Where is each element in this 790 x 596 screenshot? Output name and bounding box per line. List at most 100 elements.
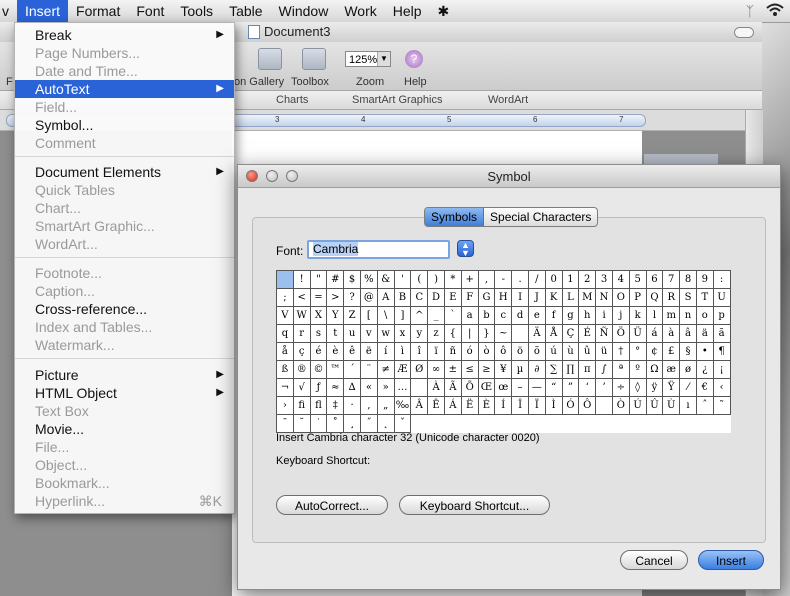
symbol-cell[interactable]: ƒ	[310, 379, 328, 397]
symbol-cell[interactable]: <	[293, 289, 311, 307]
symbol-cell[interactable]: }	[478, 325, 496, 343]
symbol-cell[interactable]: F	[461, 289, 479, 307]
symbol-cell[interactable]: ¨	[360, 361, 378, 379]
menu-tools[interactable]: Tools	[172, 0, 221, 22]
symbol-cell[interactable]: À	[428, 379, 445, 397]
symbol-cell[interactable]: †	[612, 343, 630, 361]
menu-window[interactable]: Window	[271, 0, 337, 22]
symbol-cell[interactable]: 6	[646, 271, 664, 289]
symbol-cell[interactable]: ;	[277, 289, 294, 307]
symbol-cell[interactable]: m	[663, 307, 681, 325]
symbol-cell[interactable]: ‹	[713, 379, 731, 397]
symbol-cell[interactable]: Ü	[629, 325, 647, 343]
symbol-cell[interactable]: Ω	[646, 361, 664, 379]
symbol-cell[interactable]: ˇ	[394, 415, 412, 433]
symbol-cell[interactable]: 7	[663, 271, 681, 289]
symbol-cell[interactable]: k	[629, 307, 647, 325]
symbol-cell[interactable]	[512, 325, 529, 343]
symbol-cell[interactable]: …	[394, 379, 412, 397]
symbol-cell[interactable]: l	[646, 307, 664, 325]
symbol-cell[interactable]: ˛	[377, 415, 395, 433]
symbol-cell[interactable]: #	[327, 271, 345, 289]
symbol-cell[interactable]: q	[277, 325, 294, 343]
symbol-cell[interactable]: ñ	[444, 343, 462, 361]
symbol-cell[interactable]: £	[663, 343, 681, 361]
symbol-cell[interactable]: Û	[646, 397, 664, 415]
symbol-cell[interactable]: °	[629, 343, 647, 361]
symbol-cell[interactable]: !	[293, 271, 311, 289]
symbol-cell[interactable]: t	[327, 325, 345, 343]
symbol-cell[interactable]: Ÿ	[663, 379, 681, 397]
symbol-cell[interactable]: ¿	[696, 361, 714, 379]
symbol-cell[interactable]: ¬	[277, 379, 294, 397]
symbol-cell[interactable]: *	[444, 271, 462, 289]
symbol-cell[interactable]: Ô	[579, 397, 597, 415]
symbol-cell[interactable]: å	[277, 343, 294, 361]
symbol-cell[interactable]: §	[680, 343, 697, 361]
toolbar-toggle-button[interactable]	[734, 27, 754, 38]
symbol-cell[interactable]: ]	[394, 307, 412, 325]
symbol-cell[interactable]: Ç	[562, 325, 580, 343]
symbol-cell[interactable]: ÷	[612, 379, 630, 397]
symbol-cell[interactable]: h	[579, 307, 597, 325]
symbol-cell[interactable]: ú	[545, 343, 563, 361]
menu-help[interactable]: Help	[385, 0, 430, 22]
symbol-cell[interactable]: -	[495, 271, 513, 289]
symbol-cell[interactable]: 0	[545, 271, 563, 289]
tab-symbols[interactable]: Symbols	[425, 208, 485, 226]
autocorrect-button[interactable]: AutoCorrect...	[276, 495, 388, 515]
toolbar-label-gallery[interactable]: on Gallery	[234, 76, 284, 88]
symbol-cell[interactable]: ò	[478, 343, 496, 361]
ribbon-tab-charts[interactable]: Charts	[276, 94, 308, 106]
symbol-cell[interactable]: ˙	[310, 415, 328, 433]
symbol-cell[interactable]: ﬁ	[293, 397, 311, 415]
symbol-cell[interactable]: j	[612, 307, 630, 325]
symbol-cell[interactable]: æ	[663, 361, 681, 379]
menu-item-picture[interactable]: Picture ▶	[15, 366, 234, 384]
symbol-cell[interactable]: à	[663, 325, 681, 343]
menu-table[interactable]: Table	[221, 0, 270, 22]
menu-item-movie[interactable]: Movie...	[15, 420, 234, 438]
symbol-cell[interactable]: 3	[596, 271, 613, 289]
toolbox-icon[interactable]	[302, 48, 326, 70]
symbol-cell[interactable]: Ê	[428, 397, 445, 415]
menu-item-cross-reference[interactable]: Cross-reference...	[15, 300, 234, 318]
symbol-cell[interactable]: y	[411, 325, 429, 343]
symbol-cell[interactable]: _	[428, 307, 445, 325]
symbol-cell[interactable]: œ	[495, 379, 513, 397]
symbol-cell[interactable]: ß	[277, 361, 294, 379]
symbol-cell[interactable]: ö	[512, 343, 529, 361]
symbol-cell[interactable]: Ó	[562, 397, 580, 415]
symbol-cell[interactable]: “	[545, 379, 563, 397]
symbol-cell[interactable]: ≠	[377, 361, 395, 379]
symbol-cell[interactable]: 2	[579, 271, 597, 289]
symbol-cell[interactable]: Z	[344, 307, 361, 325]
symbol-cell[interactable]: —	[528, 379, 546, 397]
symbol-cell[interactable]: Ã	[444, 379, 462, 397]
symbol-cell[interactable]: í	[377, 343, 395, 361]
symbol-cell[interactable]: w	[377, 325, 395, 343]
symbol-cell[interactable]: ç	[293, 343, 311, 361]
symbol-grid[interactable]: ! " # $% & '() * +, -./0 1 2 3 4 5 6 7 8 9:; < = >? @ A B C D E F G H…	[276, 270, 731, 433]
symbol-cell[interactable]: ›	[277, 397, 294, 415]
symbol-cell[interactable]: M	[579, 289, 597, 307]
symbol-cell[interactable]: p	[713, 307, 731, 325]
symbol-cell[interactable]: ó	[461, 343, 479, 361]
symbol-cell[interactable]: v	[360, 325, 378, 343]
symbol-cell[interactable]: Æ	[394, 361, 412, 379]
symbol-cell[interactable]: N	[596, 289, 613, 307]
symbol-cell[interactable]: ÿ	[646, 379, 664, 397]
symbol-cell[interactable]: Ù	[663, 397, 681, 415]
symbol-cell[interactable]: é	[310, 343, 328, 361]
symbol-cell[interactable]: Œ	[478, 379, 496, 397]
symbol-cell[interactable]: i	[596, 307, 613, 325]
symbol-cell[interactable]: Ú	[629, 397, 647, 415]
symbol-cell[interactable]: {	[444, 325, 462, 343]
symbol-cell[interactable]: È	[478, 397, 496, 415]
symbol-cell[interactable]: ı	[680, 397, 697, 415]
symbol-cell[interactable]: ∏	[562, 361, 580, 379]
symbol-cell[interactable]: c	[495, 307, 513, 325]
symbol-cell[interactable]: ®	[293, 361, 311, 379]
tab-special-characters[interactable]: Special Characters	[484, 208, 597, 226]
symbol-cell[interactable]: ”	[562, 379, 580, 397]
